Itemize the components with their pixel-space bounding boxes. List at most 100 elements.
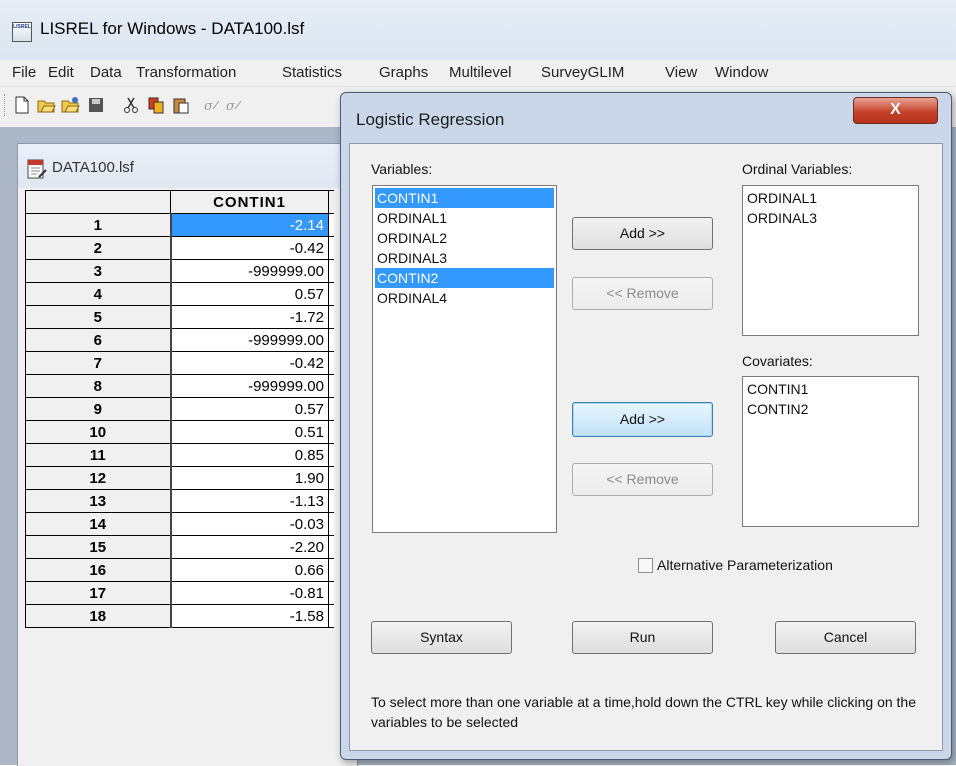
- stats-icon-2[interactable]: σ: [224, 95, 244, 115]
- variable-list-item[interactable]: ORDINAL3: [375, 248, 554, 268]
- row-header[interactable]: 12: [25, 466, 172, 490]
- next-column-cell[interactable]: [328, 374, 334, 398]
- alternative-parameterization-checkbox[interactable]: [638, 558, 653, 573]
- next-column-cell[interactable]: [328, 581, 334, 605]
- close-button[interactable]: X: [853, 97, 938, 124]
- variables-listbox[interactable]: CONTIN1 ORDINAL1 ORDINAL2 ORDINAL3 CONTIN2 OR…: [372, 185, 557, 533]
- next-column-cell[interactable]: [328, 236, 334, 260]
- open-folder-icon[interactable]: [60, 95, 80, 115]
- next-column-cell[interactable]: [328, 259, 334, 283]
- next-column-cell[interactable]: [328, 282, 334, 306]
- next-column-cell[interactable]: [328, 558, 334, 582]
- alternative-parameterization-label[interactable]: Alternative Parameterization: [657, 557, 833, 573]
- menu-transformation[interactable]: Transformation: [136, 64, 236, 81]
- data-cell[interactable]: -0.42: [170, 351, 329, 375]
- stats-icon[interactable]: σ: [202, 95, 222, 115]
- variable-list-item[interactable]: ORDINAL2: [375, 228, 554, 248]
- menu-window[interactable]: Window: [715, 64, 768, 81]
- row-header[interactable]: 15: [25, 535, 172, 559]
- data-cell[interactable]: -2.20: [170, 535, 329, 559]
- next-column-cell[interactable]: [328, 466, 334, 490]
- next-column-cell[interactable]: [328, 351, 334, 375]
- row-header[interactable]: 18: [25, 604, 172, 628]
- toolbar-grip[interactable]: [4, 94, 7, 116]
- add-ordinal-button[interactable]: Add >>: [572, 217, 713, 250]
- data-cell[interactable]: -999999.00: [170, 374, 329, 398]
- data-cell[interactable]: 0.57: [170, 282, 329, 306]
- remove-ordinal-button[interactable]: << Remove: [572, 277, 713, 310]
- data-cell[interactable]: -999999.00: [170, 328, 329, 352]
- column-header-contin1[interactable]: CONTIN1: [170, 190, 329, 214]
- ordinal-list-item[interactable]: ORDINAL1: [745, 188, 916, 208]
- menu-edit[interactable]: Edit: [48, 64, 74, 81]
- covariate-list-item[interactable]: CONTIN1: [745, 379, 916, 399]
- next-column-cell[interactable]: [328, 328, 334, 352]
- next-column-cell[interactable]: [328, 489, 334, 513]
- row-header[interactable]: 8: [25, 374, 172, 398]
- ordinal-variables-listbox[interactable]: ORDINAL1 ORDINAL3: [742, 185, 919, 336]
- data-cell[interactable]: 0.85: [170, 443, 329, 467]
- row-header[interactable]: 2: [25, 236, 172, 260]
- new-file-icon[interactable]: [12, 95, 32, 115]
- data-cell[interactable]: 0.51: [170, 420, 329, 444]
- syntax-button[interactable]: Syntax: [371, 621, 512, 654]
- data-cell[interactable]: -1.13: [170, 489, 329, 513]
- menu-multilevel[interactable]: Multilevel: [449, 64, 512, 81]
- data-cell[interactable]: 0.57: [170, 397, 329, 421]
- row-header[interactable]: 13: [25, 489, 172, 513]
- row-header[interactable]: 17: [25, 581, 172, 605]
- covariate-list-item[interactable]: CONTIN2: [745, 399, 916, 419]
- variable-list-item[interactable]: ORDINAL4: [375, 288, 554, 308]
- next-column-cell[interactable]: [328, 604, 334, 628]
- data-cell[interactable]: -1.72: [170, 305, 329, 329]
- data-cell[interactable]: -0.03: [170, 512, 329, 536]
- remove-covariate-button[interactable]: << Remove: [572, 463, 713, 496]
- data-cell[interactable]: 1.90: [170, 466, 329, 490]
- data-cell[interactable]: -1.58: [170, 604, 329, 628]
- variable-list-item[interactable]: CONTIN1: [375, 188, 554, 208]
- next-column-cell[interactable]: [328, 213, 334, 237]
- cut-icon[interactable]: [121, 95, 141, 115]
- menu-file[interactable]: File: [12, 64, 36, 81]
- next-column-cell[interactable]: [328, 305, 334, 329]
- next-column-cell[interactable]: [328, 535, 334, 559]
- data-cell[interactable]: -0.42: [170, 236, 329, 260]
- next-column-cell[interactable]: [328, 512, 334, 536]
- row-header[interactable]: 16: [25, 558, 172, 582]
- next-column-cell[interactable]: [328, 443, 334, 467]
- data-cell[interactable]: -999999.00: [170, 259, 329, 283]
- data-cell[interactable]: -0.81: [170, 581, 329, 605]
- add-covariate-button[interactable]: Add >>: [572, 402, 713, 437]
- next-column-stub[interactable]: [328, 190, 334, 214]
- menu-view[interactable]: View: [665, 64, 697, 81]
- row-header[interactable]: 10: [25, 420, 172, 444]
- cancel-button[interactable]: Cancel: [775, 621, 916, 654]
- run-button[interactable]: Run: [572, 621, 713, 654]
- row-header[interactable]: 7: [25, 351, 172, 375]
- copy-icon[interactable]: [146, 95, 166, 115]
- ordinal-list-item[interactable]: ORDINAL3: [745, 208, 916, 228]
- row-header[interactable]: 3: [25, 259, 172, 283]
- menu-surveyglim[interactable]: SurveyGLIM: [541, 64, 624, 81]
- data-cell[interactable]: 0.66: [170, 558, 329, 582]
- row-header[interactable]: 6: [25, 328, 172, 352]
- menu-statistics[interactable]: Statistics: [282, 64, 342, 81]
- save-icon[interactable]: [86, 95, 106, 115]
- variable-list-item[interactable]: ORDINAL1: [375, 208, 554, 228]
- paste-icon[interactable]: [171, 95, 191, 115]
- row-header[interactable]: 1: [25, 213, 172, 237]
- data-cell[interactable]: -2.14: [170, 213, 329, 237]
- menu-graphs[interactable]: Graphs: [379, 64, 428, 81]
- menu-data[interactable]: Data: [90, 64, 122, 81]
- next-column-cell[interactable]: [328, 420, 334, 444]
- open-file-icon[interactable]: [36, 95, 56, 115]
- row-header[interactable]: 4: [25, 282, 172, 306]
- row-header[interactable]: 14: [25, 512, 172, 536]
- grid-corner-cell[interactable]: [25, 190, 171, 214]
- next-column-cell[interactable]: [328, 397, 334, 421]
- row-header[interactable]: 11: [25, 443, 172, 467]
- lisrel-app-icon[interactable]: LISREL: [12, 22, 32, 42]
- variable-list-item[interactable]: CONTIN2: [375, 268, 554, 288]
- row-header[interactable]: 5: [25, 305, 172, 329]
- covariates-listbox[interactable]: CONTIN1 CONTIN2: [742, 376, 919, 527]
